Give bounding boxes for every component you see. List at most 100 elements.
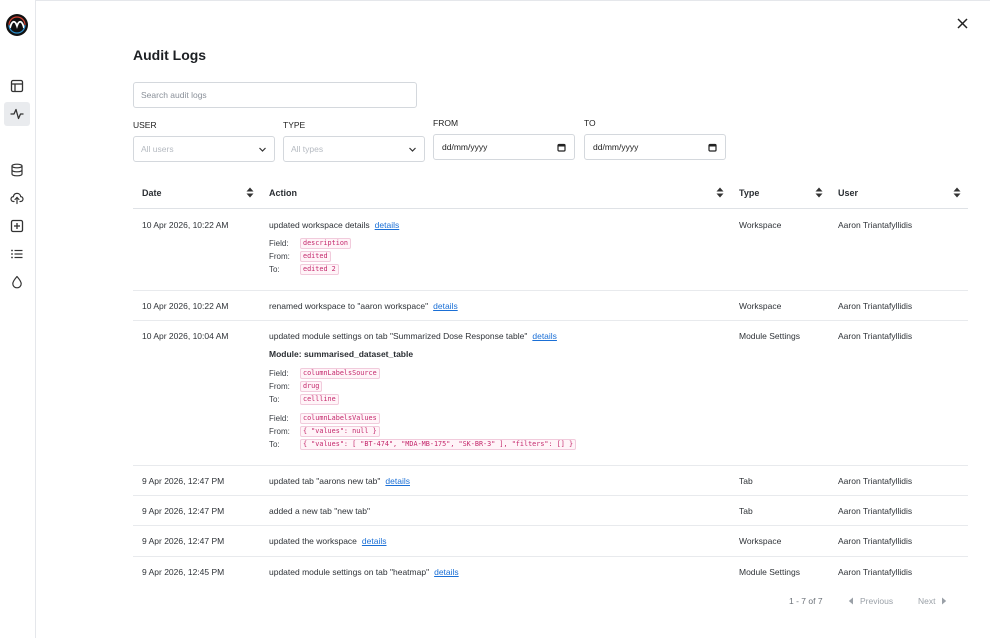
row-date: 9 Apr 2026, 12:47 PM [142, 476, 225, 486]
details-link[interactable]: details [385, 476, 410, 486]
row-divider [133, 465, 968, 466]
sidebar [0, 0, 36, 638]
row-user: Aaron Triantafyllidis [838, 301, 913, 311]
details-link[interactable]: details [434, 567, 459, 577]
row-divider [133, 525, 968, 526]
sort-icon[interactable] [246, 187, 254, 198]
from-label: From: [269, 382, 290, 391]
from-filter-label: FROM [433, 118, 459, 128]
details-link[interactable]: details [375, 220, 400, 230]
row-action: updated workspace details details [269, 220, 399, 230]
logo-icon [6, 14, 28, 36]
change-from: From: drug [269, 381, 323, 392]
row-date: 10 Apr 2026, 10:22 AM [142, 220, 229, 230]
row-divider [133, 320, 968, 321]
row-divider [133, 290, 968, 291]
to-date-input[interactable]: dd/mm/yyyy [584, 134, 726, 160]
row-type: Workspace [739, 301, 782, 311]
row-date: 9 Apr 2026, 12:47 PM [142, 536, 225, 546]
from-label: From: [269, 427, 290, 436]
row-user: Aaron Triantafyllidis [838, 331, 913, 341]
from-date-input[interactable]: dd/mm/yyyy [433, 134, 575, 160]
row-type: Workspace [739, 536, 782, 546]
field-label: Field: [269, 369, 289, 378]
type-filter-select[interactable]: All types [283, 136, 425, 162]
row-date: 10 Apr 2026, 10:22 AM [142, 301, 229, 311]
action-text: added a new tab "new tab" [269, 506, 371, 516]
row-user: Aaron Triantafyllidis [838, 567, 913, 577]
nav-upload-button[interactable] [4, 186, 30, 210]
details-link[interactable]: details [362, 536, 387, 546]
column-header-user[interactable]: User [838, 186, 858, 200]
details-link[interactable]: details [532, 331, 557, 341]
row-action: added a new tab "new tab" [269, 506, 370, 516]
calendar-icon[interactable] [708, 143, 717, 152]
sort-icon[interactable] [815, 187, 823, 198]
row-divider [133, 556, 968, 557]
chevron-right-icon [942, 597, 947, 605]
row-user: Aaron Triantafyllidis [838, 506, 913, 516]
sort-icon[interactable] [716, 187, 724, 198]
field-value: description [300, 238, 352, 249]
field-label: Field: [269, 239, 289, 248]
previous-label: Previous [860, 596, 894, 606]
pagination-range: 1 - 7 of 7 [789, 596, 823, 606]
nav-database-button[interactable] [4, 158, 30, 182]
previous-button[interactable]: Previous [848, 596, 893, 606]
from-value: { "values": null } [300, 426, 380, 437]
action-text: updated tab "aarons new tab" [269, 476, 381, 486]
layout-icon [10, 79, 24, 93]
change-field: Field: description [269, 238, 352, 249]
row-date: 9 Apr 2026, 12:45 PM [142, 567, 225, 577]
change-from: From: { "values": null } [269, 426, 380, 437]
close-button[interactable] [953, 14, 971, 32]
row-action: updated the workspace details [269, 536, 386, 546]
from-label: From: [269, 252, 290, 261]
nav-add-button[interactable] [4, 214, 30, 238]
row-action: updated module settings on tab "heatmap"… [269, 567, 459, 577]
row-action: updated tab "aarons new tab" details [269, 476, 410, 486]
row-type: Module Settings [739, 567, 800, 577]
to-value: cellline [300, 394, 339, 405]
action-text: updated module settings on tab "Summariz… [269, 331, 528, 341]
from-value: edited [300, 251, 331, 262]
column-header-type[interactable]: Type [739, 186, 759, 200]
column-header-action[interactable]: Action [269, 186, 297, 200]
calendar-icon[interactable] [557, 143, 566, 152]
row-type: Workspace [739, 220, 782, 230]
type-filter-label: TYPE [283, 120, 306, 130]
details-link[interactable]: details [433, 301, 458, 311]
change-to: To: { "values": [ "BT-474", "MDA-MB-175",… [269, 439, 577, 450]
row-date: 10 Apr 2026, 10:04 AM [142, 331, 229, 341]
row-user: Aaron Triantafyllidis [838, 536, 913, 546]
plus-square-icon [10, 219, 24, 233]
droplet-icon [12, 275, 22, 289]
row-user: Aaron Triantafyllidis [838, 476, 913, 486]
next-button[interactable]: Next [918, 596, 947, 606]
field-value: columnLabelsSource [300, 368, 380, 379]
list-icon [11, 249, 23, 259]
app-logo[interactable] [6, 14, 28, 36]
column-header-date[interactable]: Date [142, 186, 162, 200]
field-value: columnLabelsValues [300, 413, 380, 424]
type-filter-value: All types [291, 144, 324, 154]
sort-icon[interactable] [953, 187, 961, 198]
top-border [0, 0, 990, 4]
database-icon [11, 163, 23, 177]
nav-droplet-button[interactable] [4, 270, 30, 294]
search-input[interactable] [133, 82, 417, 108]
user-filter-label: USER [133, 120, 157, 130]
nav-activity-button[interactable] [4, 102, 30, 126]
row-type: Tab [739, 476, 753, 486]
change-to: To: cellline [269, 394, 339, 405]
to-value: { "values": [ "BT-474", "MDA-MB-175", "S… [300, 439, 577, 450]
to-label: To: [269, 395, 280, 404]
nav-layout-button[interactable] [4, 74, 30, 98]
user-filter-select[interactable]: All users [133, 136, 275, 162]
to-filter-label: TO [584, 118, 596, 128]
chevron-left-icon [848, 597, 853, 605]
action-text: updated workspace details [269, 220, 370, 230]
action-text: renamed workspace to "aaron workspace" [269, 301, 429, 311]
nav-list-button[interactable] [4, 242, 30, 266]
header-divider [133, 208, 968, 209]
